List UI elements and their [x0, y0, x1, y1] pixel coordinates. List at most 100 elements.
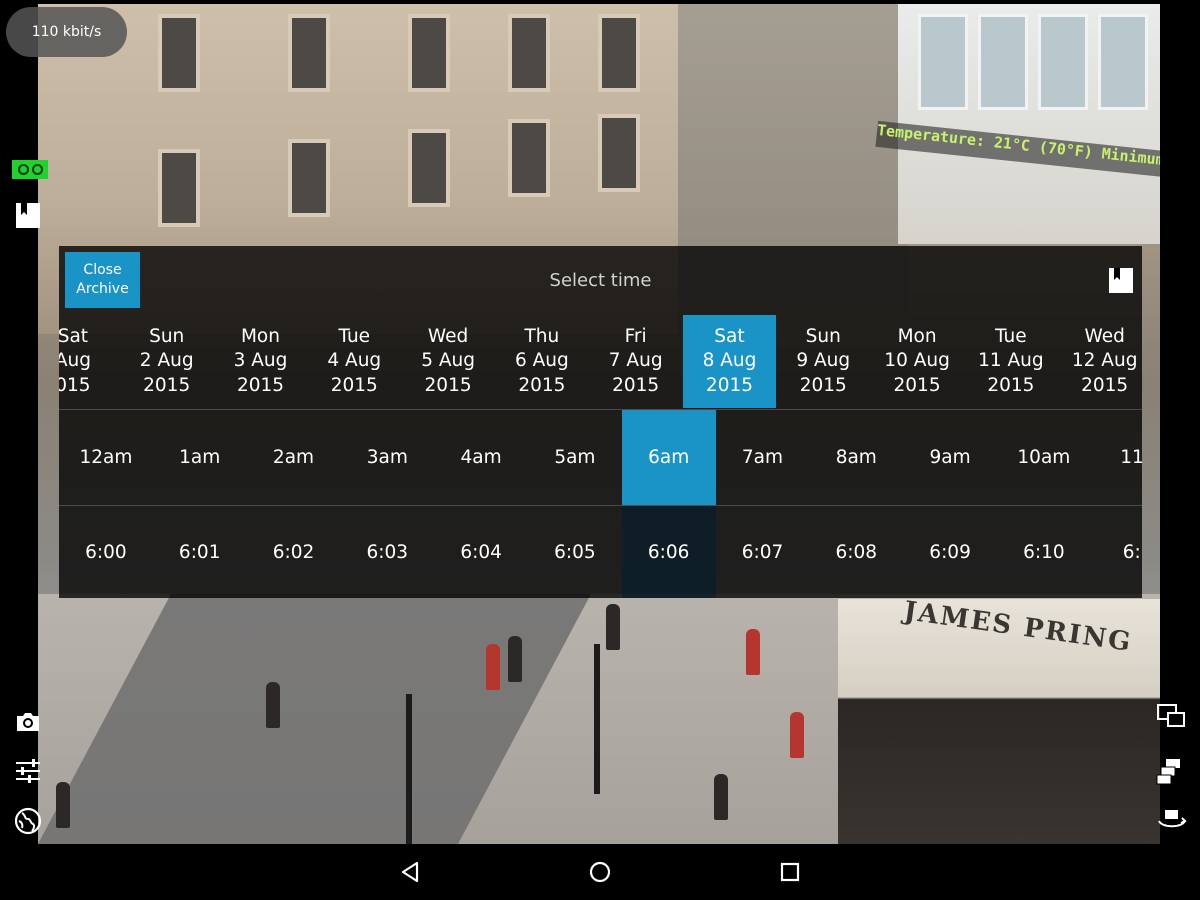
hour-option[interactable]: 8am: [809, 410, 903, 505]
minute-option-label: 6:08: [835, 541, 878, 563]
day-option[interactable]: Wed 12 Aug 2015: [1058, 315, 1142, 408]
day-option-label: Tue 4 Aug 2015: [327, 325, 382, 396]
day-option-label: Sun 9 Aug 2015: [796, 325, 851, 396]
minute-option[interactable]: 6:02: [247, 506, 341, 598]
minute-option[interactable]: 6:03: [340, 506, 434, 598]
building-window: [288, 139, 330, 217]
hour-option-label: 11a: [1120, 447, 1142, 468]
day-selector: Sat Aug 015 Sun 2 Aug 2015 Mon 3 Aug 2015 T…: [59, 315, 1137, 408]
day-option[interactable]: Fri 7 Aug 2015: [589, 315, 683, 408]
hour-option[interactable]: 7am: [716, 410, 810, 505]
hour-option-label: 4am: [460, 447, 502, 468]
pedestrian: [508, 636, 522, 682]
pedestrian: [790, 712, 804, 758]
picture-in-picture-icon[interactable]: [1156, 703, 1186, 729]
day-option[interactable]: Mon 3 Aug 2015: [214, 315, 308, 408]
minute-option[interactable]: 6:09: [903, 506, 997, 598]
minute-option[interactable]: 6:07: [716, 506, 810, 598]
hour-option[interactable]: 4am: [434, 410, 528, 505]
archive-title: Select time: [549, 270, 652, 291]
glass-window: [1038, 14, 1088, 110]
rotate-camera-icon[interactable]: [1156, 805, 1187, 831]
day-option-label: Sun 2 Aug 2015: [139, 325, 194, 396]
navigation-bar: [0, 844, 1200, 900]
day-option-label: Sat 8 Aug 2015: [702, 325, 757, 396]
hour-option[interactable]: 1am: [153, 410, 247, 505]
hour-option-label: 6am: [648, 447, 690, 468]
hour-option[interactable]: 11a: [1091, 410, 1142, 505]
minute-selector: 6:00 6:01 6:02 6:03 6:04 6:05 6:06 6:07 6:08 6:09…: [59, 506, 1142, 598]
pedestrian: [714, 774, 728, 820]
minute-option[interactable]: 6:00: [59, 506, 153, 598]
minute-option[interactable]: 6:08: [809, 506, 903, 598]
hour-option[interactable]: 9am: [903, 410, 997, 505]
day-option-label: Tue 11 Aug 2015: [978, 325, 1044, 396]
day-option[interactable]: Sat 8 Aug 2015: [682, 315, 777, 408]
minute-option[interactable]: 6:05: [528, 506, 622, 598]
minute-option-label: 6:04: [460, 541, 502, 563]
hour-option[interactable]: 10am: [997, 410, 1091, 505]
hour-option-label: 10am: [1017, 447, 1071, 468]
minute-option-label: 6:09: [929, 541, 971, 563]
day-option-label: Fri 7 Aug 2015: [608, 325, 663, 396]
recents-icon[interactable]: [776, 858, 804, 886]
building-window: [408, 14, 450, 92]
bookmark-icon[interactable]: [13, 200, 43, 230]
minute-option-label: 6:00: [85, 541, 127, 563]
home-icon[interactable]: [586, 858, 614, 886]
minute-option-label: 6:02: [272, 541, 315, 563]
minute-option-label: 6:05: [554, 541, 596, 563]
minute-option[interactable]: 6:06: [621, 506, 716, 598]
globe-icon[interactable]: [13, 806, 43, 836]
bitrate-indicator: 110 kbit/s: [6, 7, 127, 57]
camera-icon[interactable]: [13, 707, 43, 737]
day-option-label: Wed 5 Aug 2015: [421, 325, 475, 396]
sliders-icon[interactable]: [13, 756, 43, 786]
building-window: [508, 119, 550, 197]
minute-option-label: 6:06: [647, 541, 690, 563]
building-window: [598, 114, 640, 192]
day-option-label: Mon 10 Aug 2015: [884, 325, 950, 396]
hour-option[interactable]: 5am: [528, 410, 622, 505]
minute-option-label: 6:1: [1122, 541, 1142, 563]
minute-option[interactable]: 6:04: [434, 506, 528, 598]
hour-option[interactable]: 12am: [59, 410, 153, 505]
minute-option[interactable]: 6:1: [1091, 506, 1142, 598]
minute-option[interactable]: 6:01: [153, 506, 247, 598]
day-option[interactable]: Tue 11 Aug 2015: [964, 315, 1058, 408]
building-window: [508, 14, 550, 92]
day-option-label: Sat Aug 015: [59, 325, 91, 396]
back-icon[interactable]: [396, 858, 424, 886]
minute-option-label: 6:10: [1023, 541, 1065, 563]
pedestrian: [486, 644, 500, 690]
day-option[interactable]: Sun 9 Aug 2015: [776, 315, 870, 408]
hour-option[interactable]: 3am: [340, 410, 434, 505]
hour-selector: 12am 1am 2am 3am 4am 5am 6am 7am 8am 9am 10am 11a: [59, 410, 1142, 505]
day-option[interactable]: Thu 6 Aug 2015: [495, 315, 589, 408]
hour-option[interactable]: 6am: [621, 410, 716, 505]
hour-option-label: 7am: [741, 447, 784, 468]
multi-camera-icon[interactable]: [1156, 757, 1186, 785]
day-option[interactable]: Sat Aug 015: [59, 315, 120, 408]
hour-option-label: 2am: [272, 447, 315, 468]
lamp-post: [594, 644, 600, 794]
pedestrian: [746, 629, 760, 675]
minute-option-label: 6:01: [178, 541, 221, 563]
hour-option-label: 1am: [179, 447, 221, 468]
bookmark-icon[interactable]: [1108, 266, 1134, 294]
building-window: [158, 149, 200, 227]
day-option[interactable]: Sun 2 Aug 2015: [120, 315, 214, 408]
day-option[interactable]: Mon 10 Aug 2015: [870, 315, 964, 408]
hour-option-label: 12am: [79, 447, 133, 468]
pedestrian: [266, 682, 280, 728]
day-option[interactable]: Tue 4 Aug 2015: [307, 315, 401, 408]
day-option[interactable]: Wed 5 Aug 2015: [401, 315, 495, 408]
vr-goggles-icon[interactable]: [12, 160, 48, 179]
hour-option[interactable]: 2am: [247, 410, 341, 505]
minute-option[interactable]: 6:10: [997, 506, 1091, 598]
day-option-label: Thu 6 Aug 2015: [514, 325, 569, 396]
day-option-label: Mon 3 Aug 2015: [233, 325, 288, 396]
pedestrian: [606, 604, 620, 650]
minute-option-label: 6:03: [366, 541, 409, 563]
day-option-label: Wed 12 Aug 2015: [1071, 325, 1138, 396]
